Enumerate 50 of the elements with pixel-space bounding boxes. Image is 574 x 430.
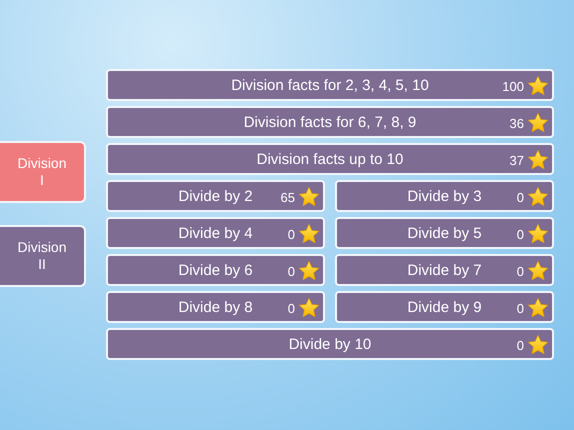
- category-tab[interactable]: Division II: [0, 225, 86, 287]
- exercise-title: Divide by 3: [407, 188, 482, 204]
- exercise-title: Divide by 7: [407, 262, 482, 278]
- exercise-title: Divide by 5: [407, 224, 482, 242]
- score-label: 0: [288, 227, 295, 242]
- score-label: 100: [502, 79, 524, 94]
- exercise-title: Division facts for 2, 3, 4, 5, 10: [231, 76, 429, 94]
- score-label: 0: [516, 301, 524, 316]
- exercise-button[interactable]: Divide by 2 65: [106, 180, 325, 212]
- exercise-button[interactable]: Divide by 8 0: [106, 291, 325, 323]
- exercise-title: Divide by 2: [178, 188, 253, 204]
- star-icon: [298, 297, 320, 319]
- star-icon: [527, 112, 549, 134]
- score-label: 0: [516, 264, 524, 279]
- exercise-button[interactable]: Divide by 5 0: [335, 217, 554, 249]
- star-icon: [527, 297, 549, 319]
- star-icon: [527, 223, 549, 245]
- exercise-title: Divide by 10: [288, 336, 372, 352]
- score-label: 36: [510, 116, 524, 131]
- exercise-title: Divide by 6: [178, 262, 253, 278]
- exercise-title: Division facts up to 10: [256, 150, 404, 168]
- exercise-button[interactable]: Divide by 6 0: [106, 254, 325, 286]
- star-icon: [298, 223, 320, 245]
- category-tab[interactable]: Division I: [0, 141, 86, 203]
- exercise-title: Division facts for 6, 7, 8, 9: [244, 114, 416, 130]
- star-icon: [527, 334, 549, 356]
- exercise-button[interactable]: Divide by 9 0: [335, 291, 554, 323]
- score-label: 37: [510, 153, 524, 168]
- exercise-button[interactable]: Divide by 4 0: [106, 217, 325, 249]
- exercise-button[interactable]: Divide by 10 0: [106, 328, 554, 360]
- score-label: 0: [516, 190, 524, 205]
- score-label: 0: [516, 227, 524, 242]
- exercise-title: Divide by 4: [178, 224, 253, 242]
- exercise-button[interactable]: Divide by 3 0: [335, 180, 554, 212]
- exercise-button[interactable]: Divide by 7 0: [335, 254, 554, 286]
- exercise-button[interactable]: Division facts for 6, 7, 8, 9 36: [106, 106, 554, 138]
- star-icon: [527, 260, 549, 282]
- star-icon: [298, 260, 320, 282]
- exercise-button[interactable]: Division facts for 2, 3, 4, 5, 10 100: [106, 69, 554, 101]
- exercise-title: Divide by 8: [178, 298, 253, 316]
- score-label: 0: [288, 301, 295, 316]
- exercise-title: Divide by 9: [407, 298, 482, 316]
- star-icon: [527, 75, 549, 97]
- star-icon: [298, 186, 320, 208]
- score-label: 0: [516, 338, 524, 353]
- exercise-button[interactable]: Division facts up to 10 37: [106, 143, 554, 175]
- star-icon: [527, 186, 549, 208]
- score-label: 0: [288, 264, 295, 279]
- score-label: 65: [280, 190, 295, 205]
- star-icon: [527, 149, 549, 171]
